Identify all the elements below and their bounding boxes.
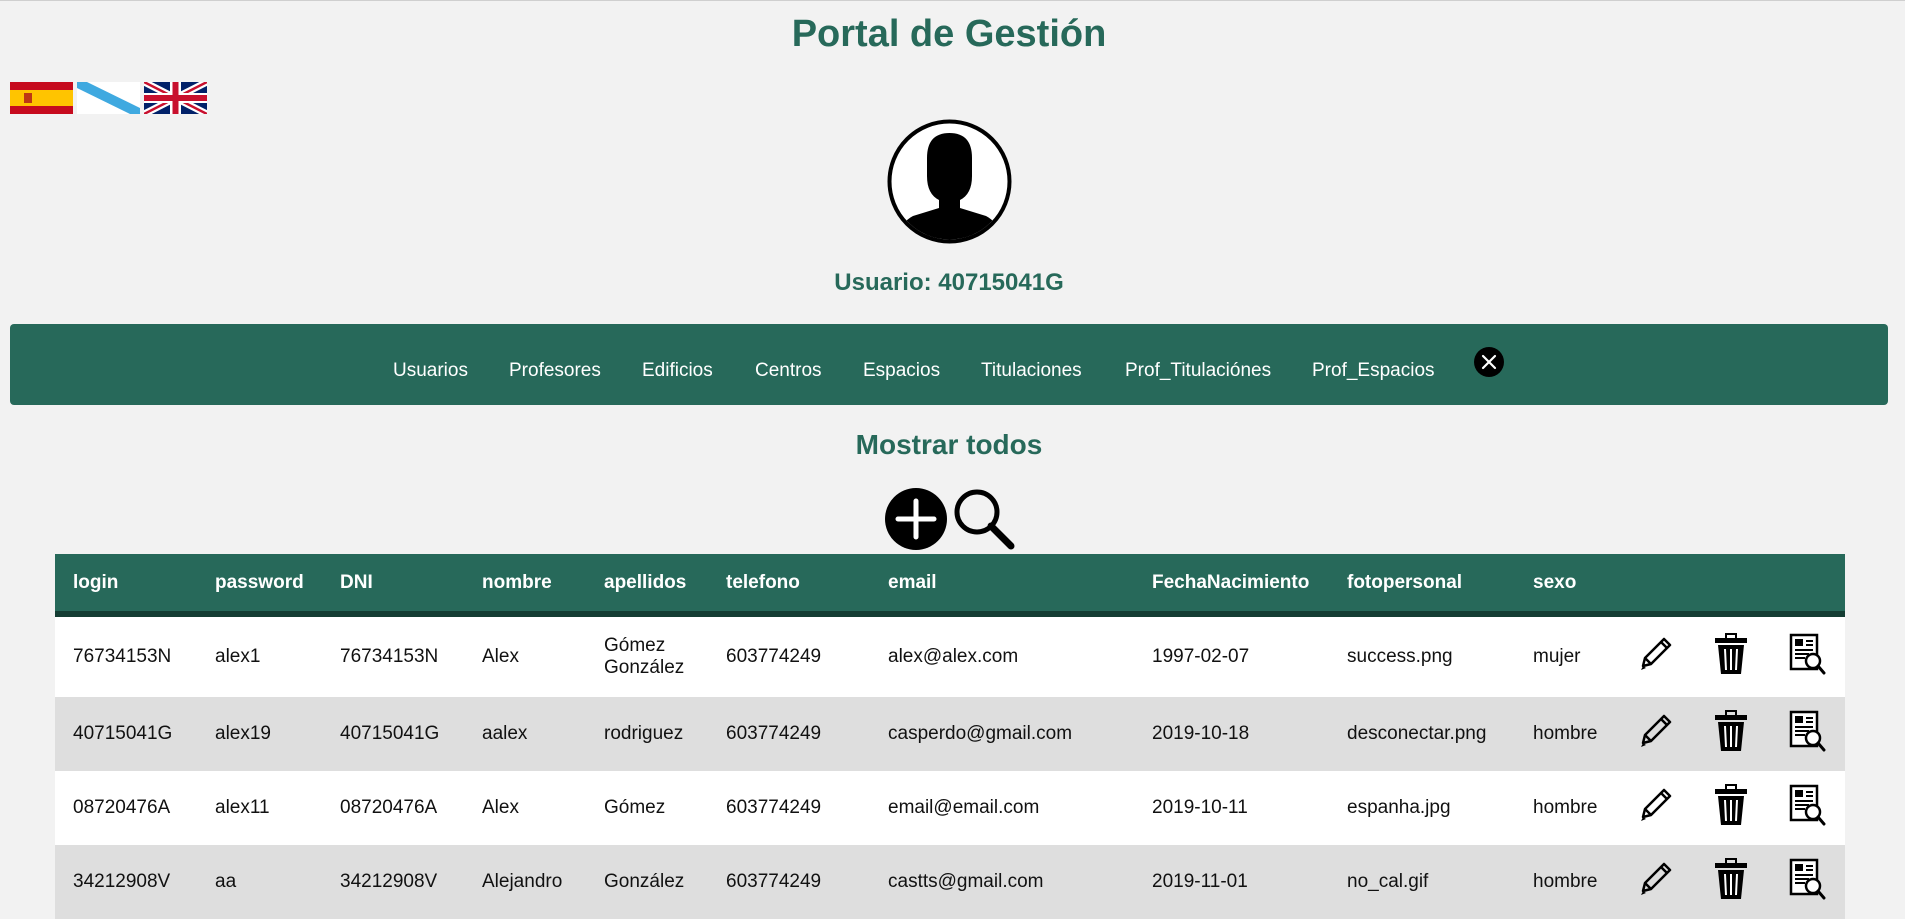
cell-sexo: hombre <box>1533 723 1598 744</box>
cell-fecha-nacimiento: 2019-10-11 <box>1152 797 1248 818</box>
galicia-flag-icon[interactable] <box>77 82 140 114</box>
cell-email: alex@alex.com <box>888 646 1019 667</box>
cell-email: casperdo@gmail.com <box>888 723 1073 744</box>
column-header-email: email <box>888 571 937 593</box>
cell-dni: 76734153N <box>340 646 439 667</box>
cell-login: 76734153N <box>73 646 172 667</box>
pencil-icon[interactable] <box>1635 785 1675 831</box>
detail-icon[interactable] <box>1787 633 1827 681</box>
trash-icon[interactable] <box>1711 858 1751 906</box>
nav-item-edificios[interactable]: Edificios <box>642 360 713 382</box>
column-header-password: password <box>215 571 304 593</box>
page-title: Portal de Gestión <box>791 13 1107 55</box>
close-circle-icon[interactable] <box>1473 346 1505 378</box>
cell-dni: 40715041G <box>340 723 440 744</box>
cell-fotopersonal: success.png <box>1347 646 1453 667</box>
column-header-telefono: telefono <box>726 571 800 593</box>
cell-telefono: 603774249 <box>726 871 822 892</box>
cell-telefono: 603774249 <box>726 797 822 818</box>
cell-password: aa <box>215 871 237 892</box>
cell-apellidos: González <box>604 871 685 892</box>
detail-icon[interactable] <box>1787 784 1827 832</box>
users-table: login password DNI nombre apellidos tele… <box>55 554 1845 919</box>
cell-nombre: aalex <box>482 723 528 744</box>
nav-item-centros[interactable]: Centros <box>755 360 822 382</box>
cell-fotopersonal: no_cal.gif <box>1347 871 1429 892</box>
spain-flag-icon[interactable] <box>10 82 73 114</box>
nav-item-usuarios[interactable]: Usuarios <box>393 360 468 382</box>
cell-dni: 34212908V <box>340 871 438 892</box>
nav-item-prof-titulaciones[interactable]: Prof_Titulaciónes <box>1125 360 1271 382</box>
language-selector <box>10 82 207 114</box>
cell-fecha-nacimiento: 1997-02-07 <box>1152 646 1250 667</box>
pencil-icon[interactable] <box>1635 711 1675 757</box>
cell-sexo: hombre <box>1533 871 1598 892</box>
cell-sexo: hombre <box>1533 797 1598 818</box>
cell-apellidos: Gómez <box>604 797 666 818</box>
trash-icon[interactable] <box>1711 784 1751 832</box>
cell-login: 40715041G <box>73 723 173 744</box>
column-header-fotopersonal: fotopersonal <box>1347 571 1463 593</box>
nav-item-espacios[interactable]: Espacios <box>863 360 940 382</box>
cell-apellidos: rodriguez <box>604 723 684 744</box>
table-header-row: login password DNI nombre apellidos tele… <box>55 554 1845 614</box>
section-title: Mostrar todos <box>855 429 1043 460</box>
cell-email: castts@gmail.com <box>888 871 1044 892</box>
column-header-sexo: sexo <box>1533 571 1577 593</box>
detail-icon[interactable] <box>1787 858 1827 906</box>
cell-nombre: Alejandro <box>482 871 563 892</box>
cell-sexo: mujer <box>1533 646 1581 667</box>
cell-fotopersonal: desconectar.png <box>1347 723 1487 744</box>
main-nav: Usuarios Profesores Edificios Centros Es… <box>10 324 1888 405</box>
cell-telefono: 603774249 <box>726 646 822 667</box>
table-row: 76734153N alex1 76734153N Alex Gómez Gonzále… <box>55 614 1845 697</box>
cell-fecha-nacimiento: 2019-10-18 <box>1152 723 1250 744</box>
pencil-icon[interactable] <box>1635 859 1675 905</box>
pencil-icon[interactable] <box>1635 634 1675 680</box>
trash-icon[interactable] <box>1711 633 1751 681</box>
cell-fotopersonal: espanha.jpg <box>1347 797 1451 818</box>
column-header-login: login <box>73 571 119 593</box>
cell-fecha-nacimiento: 2019-11-01 <box>1152 871 1248 892</box>
cell-password: alex11 <box>215 797 270 818</box>
cell-telefono: 603774249 <box>726 723 822 744</box>
cell-login: 34212908V <box>73 871 171 892</box>
nav-item-titulaciones[interactable]: Titulaciones <box>981 360 1082 382</box>
trash-icon[interactable] <box>1711 710 1751 758</box>
column-header-nombre: nombre <box>482 571 552 593</box>
search-icon[interactable] <box>952 487 1016 551</box>
cell-apellidos: Gómez González <box>604 635 685 678</box>
cell-login: 08720476A <box>73 797 171 818</box>
detail-icon[interactable] <box>1787 710 1827 758</box>
cell-password: alex19 <box>215 723 271 744</box>
nav-item-profesores[interactable]: Profesores <box>509 360 601 382</box>
avatar-icon <box>887 119 1012 244</box>
add-circle-icon[interactable] <box>884 487 948 551</box>
table-row: 34212908V aa 34212908V Alejandro González 603… <box>55 845 1845 919</box>
cell-nombre: Alex <box>482 646 519 667</box>
cell-nombre: Alex <box>482 797 519 818</box>
cell-password: alex1 <box>215 646 261 667</box>
nav-item-prof-espacios[interactable]: Prof_Espacios <box>1312 360 1435 382</box>
column-header-fecha-nacimiento: FechaNacimiento <box>1152 571 1310 593</box>
column-header-dni: DNI <box>340 571 373 593</box>
uk-flag-icon[interactable] <box>144 82 207 114</box>
column-header-apellidos: apellidos <box>604 571 687 593</box>
cell-email: email@email.com <box>888 797 1040 818</box>
table-row: 40715041G alex19 40715041G aalex rodriguez 60… <box>55 697 1845 771</box>
current-user-label: Usuario: 40715041G <box>834 269 1064 296</box>
table-row: 08720476A alex11 08720476A Alex Gómez 6037742… <box>55 771 1845 845</box>
cell-dni: 08720476A <box>340 797 438 818</box>
